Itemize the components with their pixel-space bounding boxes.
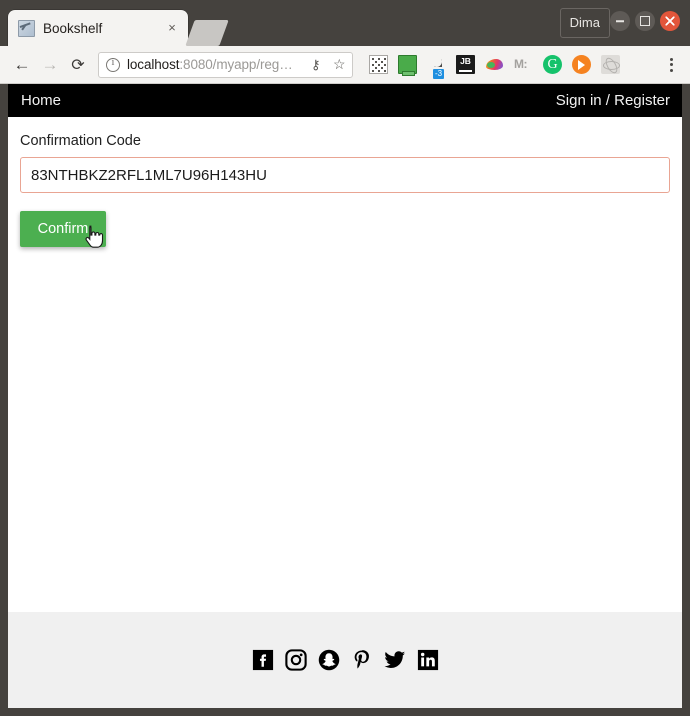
close-window-icon[interactable]: [660, 11, 680, 31]
confirmation-code-input[interactable]: [20, 157, 670, 193]
titlebar: Bookshelf × Dima: [0, 0, 690, 46]
linkedin-icon[interactable]: [417, 649, 439, 671]
orange-arrow-extension-icon[interactable]: [572, 55, 591, 74]
back-icon[interactable]: ←: [8, 51, 36, 79]
instagram-icon[interactable]: [284, 649, 307, 671]
page-content: Confirmation Code Confirm: [8, 117, 682, 612]
address-bar[interactable]: localhost:8080/myapp/reg… ⚷ ☆: [98, 51, 353, 78]
new-tab-button[interactable]: [185, 20, 229, 46]
twitter-icon[interactable]: [383, 649, 406, 671]
window-controls: [610, 11, 680, 31]
nav-link-home[interactable]: Home: [21, 92, 61, 109]
forward-icon: →: [41, 54, 59, 74]
pinterest-icon[interactable]: [351, 649, 373, 671]
facebook-icon[interactable]: [252, 649, 274, 671]
jetbrains-extension-icon[interactable]: JB: [456, 55, 475, 74]
browser-tab[interactable]: Bookshelf ×: [8, 10, 188, 46]
confirm-button[interactable]: Confirm: [20, 211, 106, 247]
site-footer: [8, 612, 682, 708]
dark-mode-moon-extension-icon[interactable]: -3: [427, 55, 446, 79]
broken-image-favicon: [18, 19, 35, 37]
colorful-bird-extension-icon[interactable]: [485, 55, 504, 74]
close-icon[interactable]: ×: [164, 20, 180, 36]
momentum-extension-icon[interactable]: M:: [514, 55, 533, 74]
browser-toolbar: ← → ⟳ localhost:8080/myapp/reg… ⚷ ☆ -3 J…: [0, 46, 690, 84]
url-path: :8080/myapp/reg…: [179, 57, 293, 72]
confirm-button-wrap: Confirm: [20, 211, 670, 248]
social-links: [252, 649, 439, 671]
page-viewport: Home Sign in / Register Confirmation Cod…: [8, 84, 682, 708]
snapchat-icon[interactable]: [318, 649, 340, 671]
site-navbar: Home Sign in / Register: [8, 84, 682, 117]
confirmation-code-label: Confirmation Code: [20, 133, 141, 149]
grammarly-extension-icon[interactable]: G: [543, 55, 562, 74]
reload-icon[interactable]: ⟳: [64, 51, 92, 79]
qr-code-extension-icon[interactable]: [369, 55, 388, 74]
screen-share-extension-icon[interactable]: [398, 55, 417, 76]
tab-strip: Bookshelf ×: [8, 10, 229, 46]
browser-window: Bookshelf × Dima ← → ⟳ localhost:8080/my…: [0, 0, 690, 716]
minimize-icon[interactable]: [610, 11, 630, 31]
browser-menu-icon[interactable]: [660, 53, 682, 77]
address-bar-url: localhost:8080/myapp/reg…: [127, 57, 309, 72]
bookmark-star-icon[interactable]: ☆: [333, 56, 347, 73]
maximize-icon[interactable]: [635, 11, 655, 31]
extensions-bar: -3 JB M: G: [369, 55, 620, 79]
info-icon[interactable]: [106, 57, 120, 72]
profile-button[interactable]: Dima: [559, 8, 610, 38]
nav-link-signin-register[interactable]: Sign in / Register: [556, 92, 670, 109]
react-devtools-extension-icon[interactable]: [601, 55, 620, 74]
url-host: localhost: [127, 57, 180, 72]
tab-title: Bookshelf: [43, 20, 103, 36]
extension-badge-count: -3: [433, 69, 445, 79]
password-key-icon[interactable]: ⚷: [311, 57, 327, 73]
